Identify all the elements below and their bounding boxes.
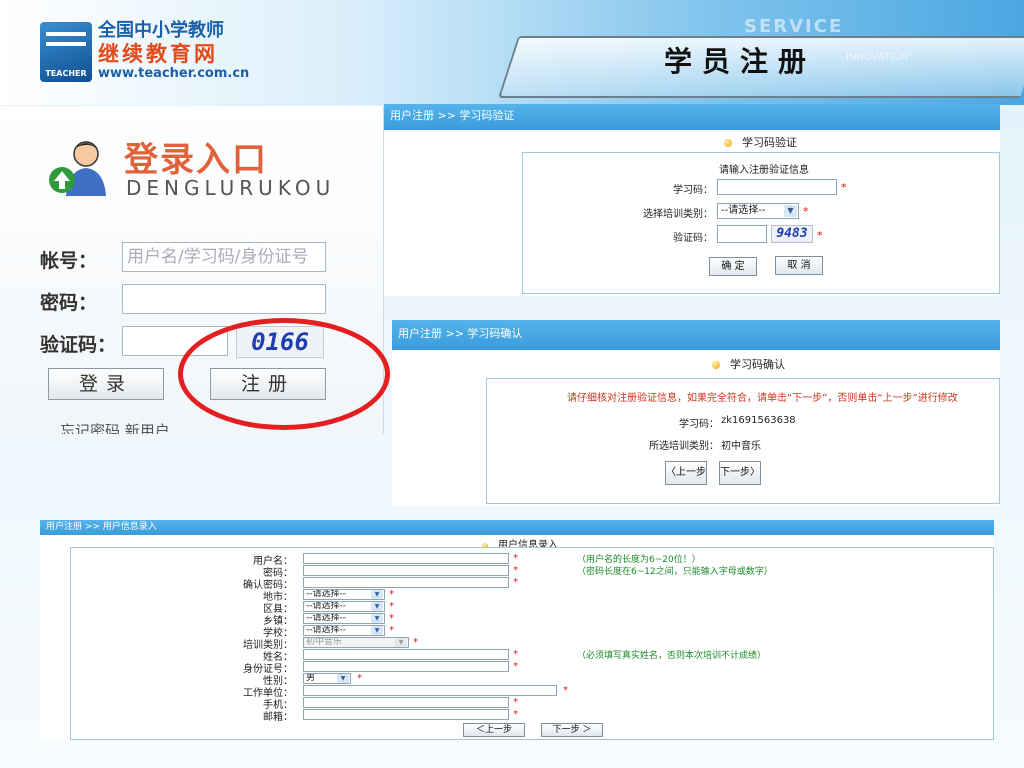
- user-info-panel: 用户注册 >> 用户信息录入 用户信息录入 用户名： * （用户名的长度为6~2…: [40, 520, 994, 740]
- code-label: 学习码：: [673, 185, 713, 196]
- category-select[interactable]: --请选择-- ▼: [717, 203, 799, 219]
- required-star: *: [803, 205, 809, 218]
- bullet-icon: [724, 139, 732, 147]
- name-input[interactable]: [303, 649, 509, 660]
- logo-url: www.teacher.com.cn: [98, 66, 250, 81]
- site-logo[interactable]: TEACHER 全国中小学教师 继续教育网 www.teacher.com.cn: [40, 14, 249, 88]
- captcha-label: 验证码：: [673, 233, 713, 244]
- required-star: *: [817, 229, 823, 242]
- required-star: *: [513, 565, 518, 576]
- account-input[interactable]: 用户名/学习码/身份证号: [122, 242, 326, 272]
- category-label: 选择培训类别：: [643, 209, 713, 220]
- verify-breadcrumb: 用户注册 >> 学习码验证: [384, 104, 1000, 130]
- login-title: 登录入口: [124, 140, 268, 180]
- required-star: *: [841, 181, 847, 194]
- confirm-breadcrumb: 用户注册 >> 学习码确认: [392, 320, 1000, 350]
- phone-input[interactable]: [303, 697, 509, 708]
- login-button[interactable]: 登录: [48, 368, 164, 400]
- confirm-button[interactable]: 确 定: [709, 257, 757, 276]
- required-star: *: [357, 673, 362, 684]
- register-highlight-circle: [178, 318, 390, 430]
- verify-panel: 用户注册 >> 学习码验证 学习码验证 请输入注册验证信息 学习码： * 选择培…: [384, 104, 1000, 296]
- user-avatar-icon: [49, 141, 106, 196]
- required-star: *: [513, 697, 518, 708]
- town-select[interactable]: --请选择-- ▼: [303, 613, 385, 624]
- gender-select[interactable]: 男 ▼: [303, 673, 351, 684]
- info-prev-button[interactable]: ＜上一步: [463, 723, 525, 737]
- workplace-input[interactable]: [303, 685, 557, 696]
- id-number-input[interactable]: [303, 661, 509, 672]
- required-star: *: [389, 613, 394, 624]
- confirmed-code-value: zk1691563638: [721, 415, 796, 426]
- required-star: *: [513, 649, 518, 660]
- login-subtitle: DENGLURUKOU: [126, 176, 336, 200]
- required-star: *: [513, 709, 518, 720]
- required-star: *: [513, 577, 518, 588]
- required-star: *: [513, 661, 518, 672]
- captcha-image[interactable]: 9483: [771, 225, 813, 243]
- username-input[interactable]: [303, 553, 509, 564]
- name-hint: （必须填写真实姓名，否则本次培训不计成绩）: [577, 651, 767, 661]
- verify-section-title: 学习码验证: [724, 134, 797, 150]
- chevron-down-icon: ▼: [784, 205, 797, 217]
- password-input[interactable]: [122, 284, 326, 314]
- confirmed-category-label: 所选培训类别：: [649, 441, 719, 452]
- captcha-label: 验证码：: [40, 334, 117, 356]
- info-next-button[interactable]: 下一步 ＞: [541, 723, 603, 737]
- confirm-notice: 请仔细核对注册验证信息，如果完全符合，请单击“下一步”，否则单击“上一步”进行修…: [567, 393, 958, 404]
- captcha-input[interactable]: [717, 225, 767, 243]
- confirm-info-box: 请仔细核对注册验证信息，如果完全符合，请单击“下一步”，否则单击“上一步”进行修…: [486, 378, 1000, 504]
- chevron-down-icon: ▼: [371, 626, 383, 635]
- cancel-button[interactable]: 取 消: [775, 256, 823, 275]
- prev-step-button[interactable]: 〈上一步: [665, 461, 707, 485]
- chevron-down-icon: ▼: [371, 614, 383, 623]
- required-star: *: [389, 625, 394, 636]
- logo-line2: 继续教育网: [98, 42, 218, 66]
- school-select[interactable]: --请选择-- ▼: [303, 625, 385, 636]
- chevron-down-icon: ▼: [371, 590, 383, 599]
- chevron-down-icon: ▼: [337, 674, 349, 683]
- required-star: *: [413, 637, 418, 648]
- teacher-logo-icon: TEACHER: [40, 22, 92, 82]
- required-star: *: [563, 685, 568, 696]
- page-title: 学员注册: [663, 45, 816, 78]
- confirmed-category-value: 初中音乐: [721, 441, 761, 452]
- chevron-down-icon: ▼: [371, 602, 383, 611]
- next-step-button[interactable]: 下一步〉: [719, 461, 761, 485]
- password-hint: （密码长度在6~12之间，只能输入字母或数字）: [577, 567, 773, 577]
- info-breadcrumb: 用户注册 >> 用户信息录入: [40, 520, 994, 535]
- required-star: *: [389, 589, 394, 600]
- confirm-password-input[interactable]: [303, 577, 509, 588]
- confirmed-code-label: 学习码：: [679, 419, 719, 430]
- required-star: *: [513, 553, 518, 564]
- verify-prompt: 请输入注册验证信息: [719, 165, 809, 176]
- info-form-box: 用户名： * （用户名的长度为6~20位！） 密码： * （密码长度在6~12之…: [70, 547, 994, 740]
- password-label: 密码：: [40, 292, 98, 314]
- decor-innovation-text: INNOVATION: [846, 52, 909, 63]
- email-input[interactable]: [303, 709, 509, 720]
- bullet-icon: [712, 361, 720, 369]
- city-select[interactable]: --请选择-- ▼: [303, 589, 385, 600]
- password-input[interactable]: [303, 565, 509, 576]
- category-select-disabled: 初中音乐 ▼: [303, 637, 409, 648]
- confirm-panel: 用户注册 >> 学习码确认 学习码确认 请仔细核对注册验证信息，如果完全符合，请…: [392, 320, 1000, 506]
- required-star: *: [389, 601, 394, 612]
- decor-service-text: SERVICE: [744, 16, 844, 37]
- account-placeholder: 用户名/学习码/身份证号: [127, 247, 309, 267]
- confirm-section-title: 学习码确认: [712, 356, 785, 372]
- verify-form-box: 请输入注册验证信息 学习码： * 选择培训类别： --请选择-- ▼ * 验证码…: [522, 152, 1000, 294]
- chevron-down-icon: ▼: [395, 638, 407, 647]
- district-select[interactable]: --请选择-- ▼: [303, 601, 385, 612]
- code-input[interactable]: [717, 179, 837, 195]
- account-label: 帐号：: [40, 250, 98, 272]
- email-label: 邮箱：: [263, 712, 293, 723]
